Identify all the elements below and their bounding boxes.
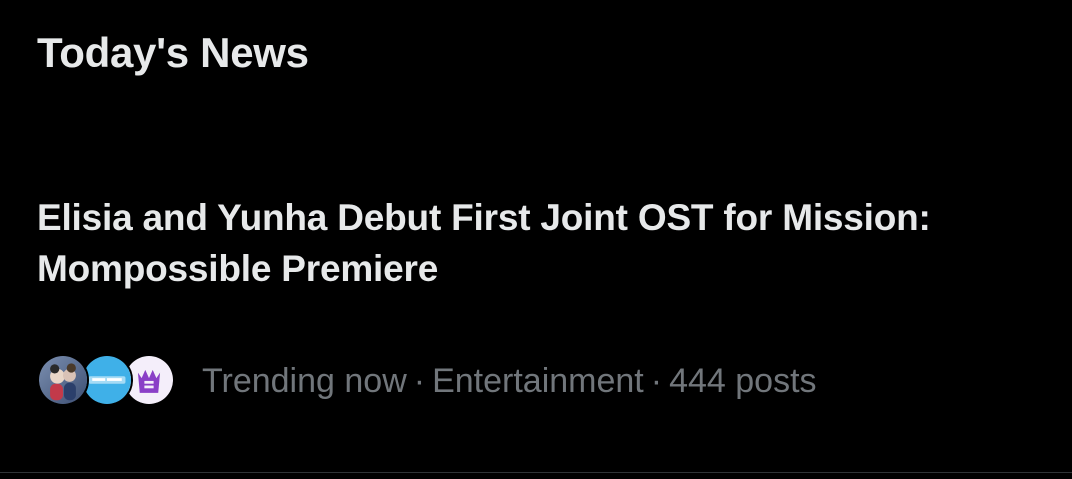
news-headline[interactable]: Elisia and Yunha Debut First Joint OST f… [37, 192, 997, 294]
news-meta-text: Trending now · Entertainment · 444 posts [202, 361, 817, 401]
section-title: Today's News [37, 29, 309, 76]
photo-avatar-icon [39, 356, 87, 404]
todays-news-panel: Today's News Elisia and Yunha Debut Firs… [0, 0, 1072, 479]
blue-logo-icon [83, 356, 131, 404]
news-meta-row: Trending now · Entertainment · 444 posts [37, 353, 817, 409]
news-category: Entertainment [432, 362, 644, 400]
divider [0, 472, 1072, 473]
meta-separator: · [650, 362, 663, 400]
news-item[interactable]: Elisia and Yunha Debut First Joint OST f… [0, 180, 1072, 410]
meta-separator: · [413, 362, 426, 400]
avatar [37, 354, 89, 406]
avatar-stack [37, 353, 177, 409]
trending-status: Trending now [202, 362, 407, 400]
post-count: 444 posts [669, 362, 817, 400]
